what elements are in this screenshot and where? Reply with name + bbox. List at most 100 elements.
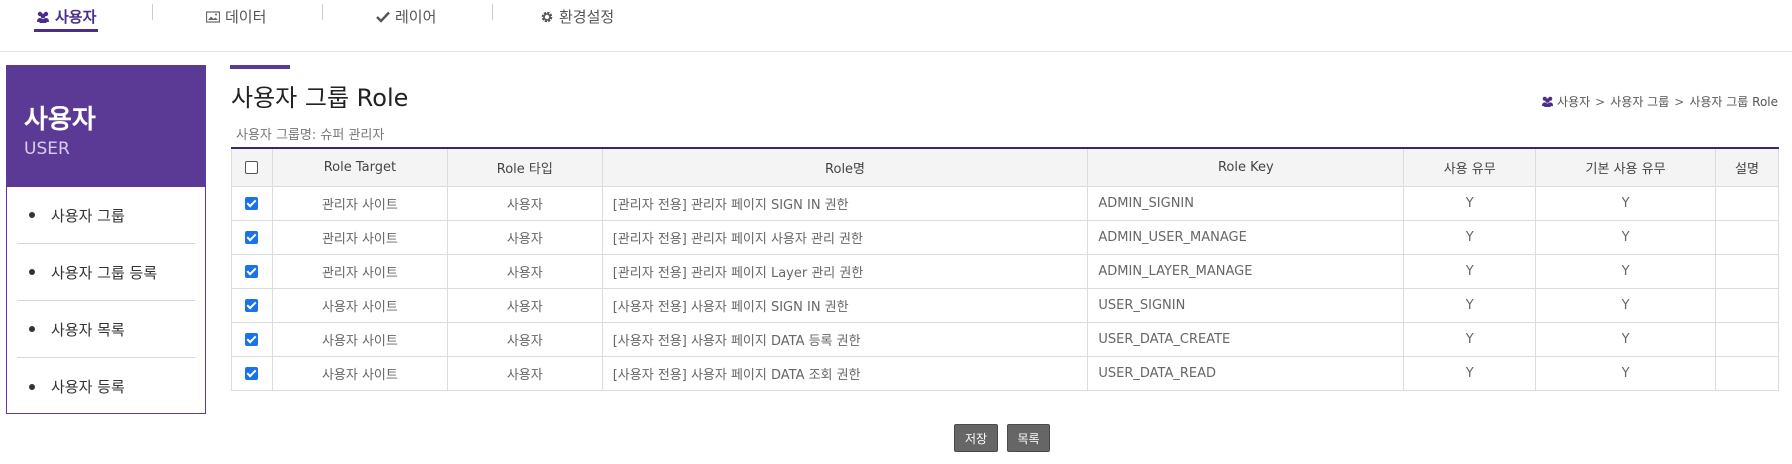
role-target-cell: 관리자 사이트 (271, 253, 448, 289)
column-header: Role Target (271, 147, 448, 187)
table-row: 관리자 사이트 사용자 [관리자 전용] 관리자 페이지 SIGN IN 권한 … (231, 185, 1780, 221)
bullet-icon (29, 383, 35, 390)
description-cell (1714, 321, 1780, 357)
gear-icon (540, 10, 554, 24)
sidebar-item-user-register[interactable]: 사용자 등록 (17, 358, 195, 415)
table-row: 관리자 사이트 사용자 [관리자 전용] 관리자 페이지 Layer 관리 권한… (231, 253, 1780, 289)
row-checkbox[interactable] (245, 264, 259, 278)
nav-item-label: 데이터 (225, 8, 267, 26)
column-header: Role 타입 (446, 147, 603, 187)
breadcrumb-item[interactable]: 사용자 그룹 (1610, 93, 1669, 110)
nav-divider (152, 4, 153, 20)
breadcrumb-item[interactable]: 사용자 (1557, 93, 1590, 110)
chevron-right-icon: > (1595, 94, 1606, 109)
nav-item-settings[interactable]: 환경설정 (540, 0, 614, 33)
sidebar-item-user-list[interactable]: 사용자 목록 (17, 301, 195, 358)
sidebar-item-label: 사용자 그룹 등록 (51, 263, 158, 282)
table-row: 사용자 사이트 사용자 [사용자 전용] 사용자 페이지 SIGN IN 권한 … (231, 287, 1780, 323)
top-nav: 사용자 데이터 레이어 환경설정 (0, 0, 1792, 52)
nav-divider (492, 4, 493, 20)
page-title: 사용자 그룹 Role (231, 84, 409, 112)
default-use-flag-cell: Y (1535, 219, 1716, 255)
use-flag-cell: Y (1403, 287, 1537, 323)
role-table: Role Target Role 타입 Role명 Role Key 사용 유무… (231, 147, 1780, 391)
default-use-flag-cell: Y (1535, 185, 1716, 221)
use-flag-cell: Y (1403, 253, 1537, 289)
role-key-cell: ADMIN_USER_MANAGE (1087, 219, 1405, 255)
role-type-cell: 사용자 (446, 287, 603, 323)
role-type-cell: 사용자 (446, 253, 603, 289)
nav-item-label: 사용자 (55, 8, 97, 26)
sidebar-menu: 사용자 그룹 사용자 그룹 등록 사용자 목록 사용자 등록 (7, 187, 205, 415)
default-use-flag-cell: Y (1535, 321, 1716, 357)
sidebar-item-user-group[interactable]: 사용자 그룹 (17, 187, 195, 244)
title-accent-bar (230, 65, 290, 69)
users-icon (36, 11, 50, 23)
table-header-row: Role Target Role 타입 Role명 Role Key 사용 유무… (231, 147, 1780, 187)
column-header: Role Key (1087, 147, 1405, 187)
save-button[interactable]: 저장 (954, 424, 998, 452)
page-subtitle: 사용자 그룹명: 슈퍼 관리자 (236, 128, 385, 143)
use-flag-cell: Y (1403, 321, 1537, 357)
sidebar-item-label: 사용자 그룹 (51, 206, 125, 225)
row-select-cell (231, 185, 273, 221)
nav-item-label: 환경설정 (559, 8, 615, 26)
row-select-cell (231, 355, 273, 391)
use-flag-cell: Y (1403, 219, 1537, 255)
default-use-flag-cell: Y (1535, 287, 1716, 323)
nav-divider (322, 4, 323, 20)
nav-item-data[interactable]: 데이터 (206, 0, 266, 33)
sidebar: 사용자 USER 사용자 그룹 사용자 그룹 등록 사용자 목록 사용자 등록 (6, 65, 206, 414)
role-name-cell: [관리자 전용] 관리자 페이지 SIGN IN 권한 (601, 185, 1089, 221)
role-target-cell: 사용자 사이트 (271, 287, 448, 323)
breadcrumb: 사용자 > 사용자 그룹 > 사용자 그룹 Role (1541, 93, 1778, 110)
role-target-cell: 관리자 사이트 (271, 219, 448, 255)
role-target-cell: 관리자 사이트 (271, 185, 448, 221)
table-row: 관리자 사이트 사용자 [관리자 전용] 관리자 페이지 사용자 관리 권한 A… (231, 219, 1780, 255)
table-row: 사용자 사이트 사용자 [사용자 전용] 사용자 페이지 DATA 등록 권한 … (231, 321, 1780, 357)
sidebar-item-label: 사용자 등록 (51, 378, 125, 396)
nav-item-layer[interactable]: 레이어 (376, 0, 436, 33)
bullet-icon (29, 212, 35, 218)
sidebar-item-user-group-register[interactable]: 사용자 그룹 등록 (17, 244, 195, 301)
table-row: 사용자 사이트 사용자 [사용자 전용] 사용자 페이지 DATA 조회 권한 … (231, 355, 1780, 391)
role-key-cell: ADMIN_LAYER_MANAGE (1087, 253, 1405, 289)
role-key-cell: USER_DATA_READ (1087, 355, 1405, 391)
list-button[interactable]: 목록 (1007, 424, 1050, 452)
row-checkbox[interactable] (245, 332, 259, 346)
row-select-cell (231, 321, 273, 357)
chevron-right-icon: > (1674, 94, 1685, 109)
row-checkbox[interactable] (245, 366, 259, 380)
role-name-cell: [사용자 전용] 사용자 페이지 DATA 조회 권한 (601, 355, 1089, 391)
row-checkbox[interactable] (245, 196, 259, 210)
row-select-cell (231, 253, 273, 289)
column-header: Role명 (601, 147, 1089, 187)
role-key-cell: USER_SIGNIN (1087, 287, 1405, 323)
role-type-cell: 사용자 (446, 185, 603, 221)
column-header: 사용 유무 (1403, 147, 1537, 187)
use-flag-cell: Y (1403, 355, 1537, 391)
sidebar-subtitle: USER (24, 139, 70, 159)
role-target-cell: 사용자 사이트 (271, 355, 448, 391)
role-type-cell: 사용자 (446, 219, 603, 255)
column-header: 기본 사용 유무 (1535, 147, 1716, 187)
users-icon (1541, 96, 1554, 107)
role-target-cell: 사용자 사이트 (271, 321, 448, 357)
column-header: 설명 (1714, 147, 1780, 187)
select-all-checkbox[interactable] (245, 160, 259, 174)
use-flag-cell: Y (1403, 185, 1537, 221)
role-name-cell: [사용자 전용] 사용자 페이지 SIGN IN 권한 (601, 287, 1089, 323)
row-select-cell (231, 287, 273, 323)
description-cell (1714, 287, 1780, 323)
select-all-cell (231, 147, 273, 187)
row-checkbox[interactable] (245, 298, 259, 312)
row-checkbox[interactable] (245, 230, 259, 244)
role-type-cell: 사용자 (446, 321, 603, 357)
description-cell (1714, 185, 1780, 221)
sidebar-title: 사용자 (24, 105, 96, 135)
role-name-cell: [관리자 전용] 관리자 페이지 Layer 관리 권한 (601, 253, 1089, 289)
role-name-cell: [사용자 전용] 사용자 페이지 DATA 등록 권한 (601, 321, 1089, 357)
role-key-cell: USER_DATA_CREATE (1087, 321, 1405, 357)
default-use-flag-cell: Y (1535, 253, 1716, 289)
description-cell (1714, 219, 1780, 255)
